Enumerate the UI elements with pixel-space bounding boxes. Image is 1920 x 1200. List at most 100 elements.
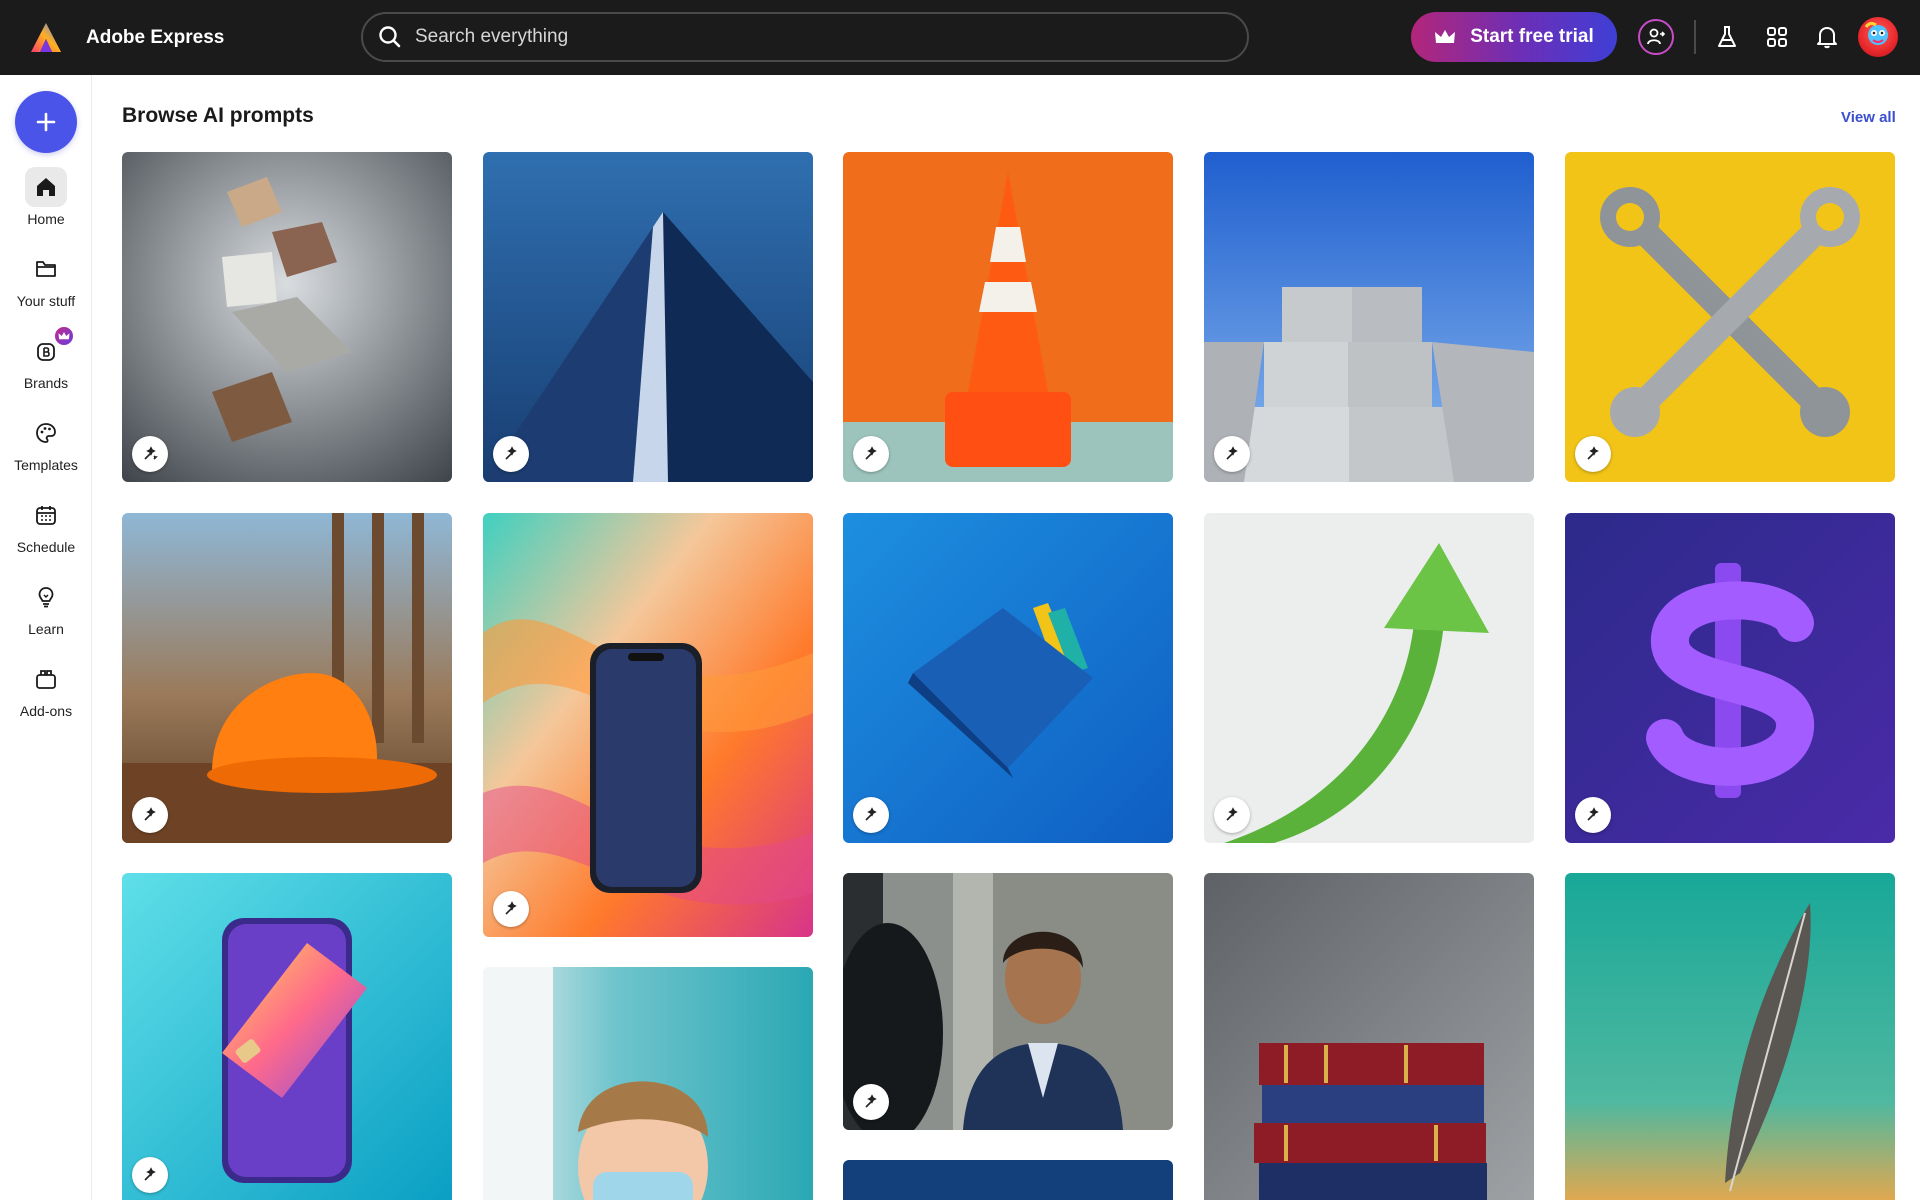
prompt-tile-hard-hat[interactable] xyxy=(122,513,452,843)
sidebar-item-label: Schedule xyxy=(16,539,76,555)
lightbulb-icon xyxy=(38,587,54,608)
wand-sparkle-icon xyxy=(1226,446,1238,460)
sidebar-item-schedule[interactable]: Schedule xyxy=(0,495,92,567)
calendar-icon xyxy=(36,506,56,525)
wand-sparkle-icon xyxy=(144,446,158,460)
green-arrow-image xyxy=(1204,513,1534,843)
premium-badge xyxy=(53,325,75,347)
wand-sparkle-icon xyxy=(1226,807,1238,821)
prompt-tile-bricks[interactable] xyxy=(122,152,452,482)
prompt-tile-growth-arrow[interactable] xyxy=(1204,513,1534,843)
ai-prompt-badge xyxy=(1575,436,1611,472)
prompt-tile-dollar-sign[interactable] xyxy=(1565,513,1895,843)
apps-button[interactable] xyxy=(1760,20,1794,54)
ai-prompt-badge xyxy=(132,436,168,472)
left-sidebar: Home Your stuff Brands Templates Schedul… xyxy=(0,75,92,1200)
labs-button[interactable] xyxy=(1710,20,1744,54)
calendar-icon-box xyxy=(25,495,67,535)
ai-prompt-badge xyxy=(853,436,889,472)
brand-icon-box xyxy=(25,325,75,371)
home-icon-box xyxy=(25,167,67,207)
section-title: Browse AI prompts xyxy=(122,104,314,127)
prompt-tile-building[interactable] xyxy=(483,152,813,482)
wand-sparkle-icon xyxy=(865,1094,877,1108)
sidebar-item-templates[interactable]: Templates xyxy=(0,413,92,485)
prompt-tile-partial[interactable] xyxy=(843,1160,1173,1200)
sidebar-item-home[interactable]: Home xyxy=(0,167,92,239)
prompt-tile-concrete-blocks[interactable] xyxy=(1204,152,1534,482)
crossed-wrenches-image xyxy=(1565,152,1895,482)
sidebar-item-brands[interactable]: Brands xyxy=(0,325,92,403)
bell-icon xyxy=(1817,27,1837,49)
search-bar[interactable] xyxy=(361,12,1249,62)
wand-sparkle-icon xyxy=(505,446,517,460)
sidebar-item-label: Learn xyxy=(28,621,64,637)
crown-icon xyxy=(58,332,70,340)
app-logo-link[interactable]: Adobe Express xyxy=(28,20,224,56)
ai-prompt-badge xyxy=(853,797,889,833)
glass-building-image xyxy=(483,152,813,482)
blue-wallet-image xyxy=(843,513,1173,843)
ai-prompt-badge xyxy=(132,797,168,833)
create-new-button[interactable] xyxy=(15,91,77,153)
header-divider xyxy=(1694,20,1696,54)
wand-sparkle-icon xyxy=(144,807,156,821)
add-ons-icon xyxy=(36,670,56,689)
plus-icon xyxy=(36,112,56,132)
wand-sparkle-icon xyxy=(865,807,877,821)
ai-prompt-badge xyxy=(1214,797,1250,833)
stacked-books-image xyxy=(1204,873,1534,1200)
ai-prompt-badge xyxy=(493,891,529,927)
traffic-cone-image xyxy=(843,152,1173,482)
prompt-tile-feather-quill[interactable] xyxy=(1565,873,1895,1200)
prompt-tile-child-mask[interactable] xyxy=(483,967,813,1200)
sidebar-item-learn[interactable]: Learn xyxy=(0,577,92,649)
templates-icon-box xyxy=(25,413,67,453)
sidebar-item-add-ons[interactable]: Add-ons xyxy=(0,659,92,731)
app-title: Adobe Express xyxy=(86,26,225,48)
search-icon xyxy=(379,26,401,48)
smiling-businessman-image xyxy=(843,873,1173,1130)
view-all-link[interactable]: View all xyxy=(1841,109,1896,126)
ai-prompt-badge xyxy=(1575,797,1611,833)
start-free-trial-button[interactable]: Start free trial xyxy=(1411,12,1617,62)
wand-sparkle-icon xyxy=(1587,446,1599,460)
prompt-tile-books[interactable] xyxy=(1204,873,1534,1200)
folder-icon-box xyxy=(25,249,67,289)
search-input[interactable] xyxy=(415,26,1195,48)
child-with-mask-image xyxy=(483,967,813,1200)
crown-icon xyxy=(1435,30,1456,43)
user-switch-icon xyxy=(1647,28,1666,45)
sidebar-item-your-stuff[interactable]: Your stuff xyxy=(0,249,92,321)
hard-hat-image xyxy=(122,513,452,843)
flask-icon xyxy=(1718,26,1736,47)
prompt-tile-wrenches[interactable] xyxy=(1565,152,1895,482)
prompt-tile-traffic-cone[interactable] xyxy=(843,152,1173,482)
prompt-tile-wallet[interactable] xyxy=(843,513,1173,843)
sidebar-item-label: Your stuff xyxy=(16,293,76,309)
learn-icon-box xyxy=(25,577,67,617)
folder-icon xyxy=(36,261,56,277)
ai-prompt-badge xyxy=(132,1157,168,1193)
account-switch-button[interactable] xyxy=(1638,19,1674,55)
wand-sparkle-icon xyxy=(865,446,877,460)
palette-icon xyxy=(36,423,56,443)
top-bar: Adobe Express Start free trial xyxy=(0,0,1920,75)
smartphone-swirl-image xyxy=(483,513,813,937)
sidebar-item-label: Brands xyxy=(23,375,69,391)
credit-card-phone-image xyxy=(122,873,452,1200)
ai-prompt-badge xyxy=(1214,436,1250,472)
partial-blue-image xyxy=(843,1160,1173,1200)
prompt-tile-smartphone-swirl[interactable] xyxy=(483,513,813,937)
prompt-tile-business-man[interactable] xyxy=(843,873,1173,1130)
start-free-trial-label: Start free trial xyxy=(1470,26,1594,47)
prompt-tile-credit-card-phone[interactable] xyxy=(122,873,452,1200)
floating-bricks-image xyxy=(122,152,452,482)
user-avatar[interactable] xyxy=(1858,17,1898,57)
home-icon xyxy=(37,178,55,196)
notifications-button[interactable] xyxy=(1810,20,1844,54)
feather-quill-image xyxy=(1565,873,1895,1200)
sidebar-item-label: Templates xyxy=(14,457,78,473)
ai-prompt-badge xyxy=(493,436,529,472)
wand-sparkle-icon xyxy=(505,901,517,915)
